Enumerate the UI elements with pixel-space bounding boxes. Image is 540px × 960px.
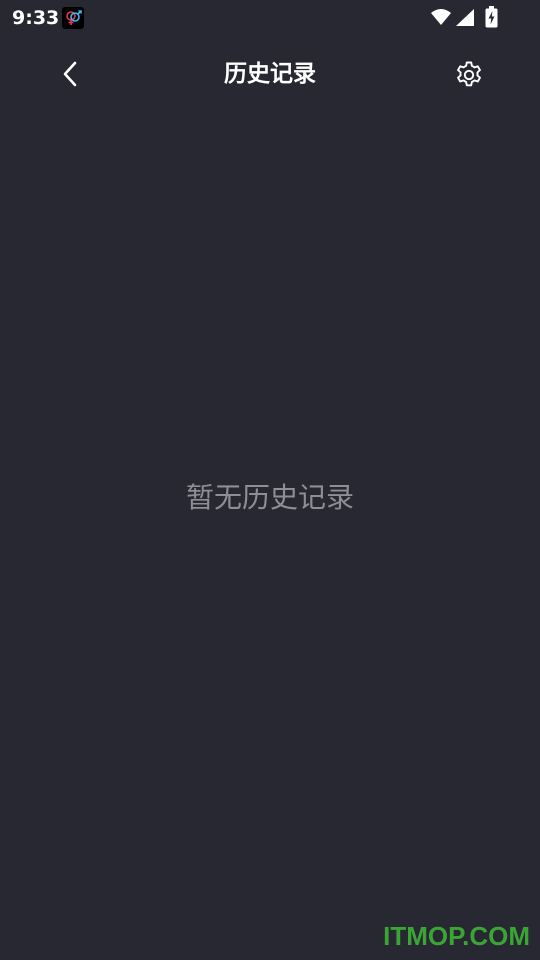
watermark: ITMOP.COM bbox=[383, 921, 530, 951]
wifi-icon bbox=[430, 8, 452, 30]
chevron-left-icon bbox=[63, 61, 77, 87]
back-button[interactable] bbox=[50, 54, 90, 94]
page-title: 历史记录 bbox=[224, 61, 316, 87]
empty-state-message: 暂无历史记录 bbox=[185, 481, 354, 514]
gear-icon bbox=[457, 61, 481, 87]
status-time: 9:33 bbox=[12, 7, 60, 29]
top-app-bar: 历史记录 bbox=[0, 44, 540, 104]
status-bar: 9:33 bbox=[0, 0, 540, 36]
signal-icon bbox=[455, 8, 475, 30]
battery-charging-icon bbox=[485, 6, 498, 32]
app-notification-icon bbox=[62, 7, 84, 29]
settings-button[interactable] bbox=[448, 54, 490, 96]
